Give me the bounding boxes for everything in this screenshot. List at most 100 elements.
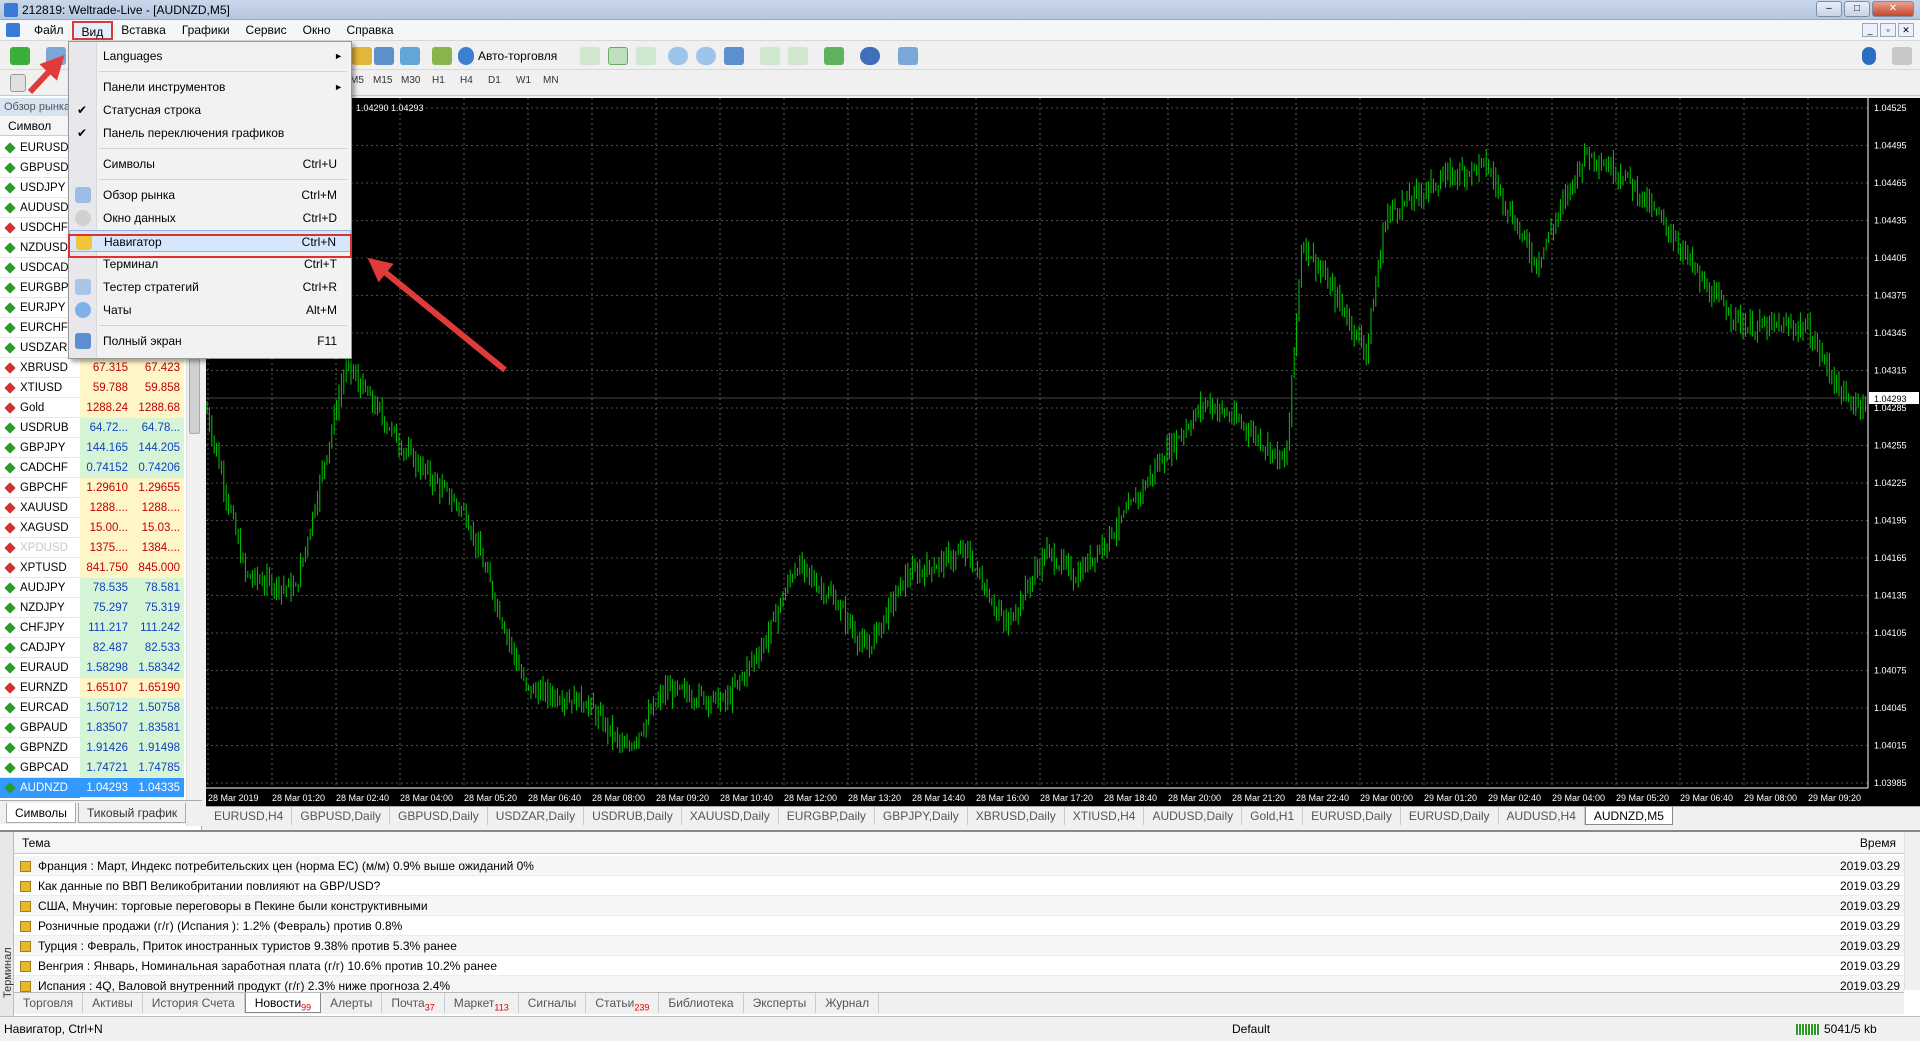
menu-item-data-window[interactable]: Окно данных Ctrl+D [69, 207, 351, 229]
menu-item-languages[interactable]: Languages ► [69, 45, 351, 67]
candlestick-icon[interactable] [608, 47, 628, 65]
news-row[interactable]: Франция : Март, Индекс потребительских ц… [14, 856, 1904, 893]
market-watch-row[interactable]: USDRUB 64.72... 64.78... [0, 418, 184, 438]
scroll-chart-icon[interactable] [760, 47, 780, 65]
chart-canvas[interactable]: 1.04525 1.04495 1.04465 1.04435 1.04405 1.043… [206, 98, 1920, 806]
tf-w1[interactable]: W1 [516, 75, 531, 86]
profiles-icon[interactable] [46, 47, 66, 65]
market-watch-row[interactable]: GBPNZD 1.91426 1.91498 [0, 738, 184, 758]
market-watch-row[interactable]: AUDNZD 1.04293 1.04335 [0, 778, 184, 798]
close-button[interactable]: ✕ [1872, 1, 1914, 17]
tab-symbols[interactable]: Символы [6, 803, 76, 823]
tf-m30[interactable]: M30 [401, 75, 420, 86]
metaeditor-icon[interactable] [352, 47, 372, 65]
zoom-out-icon[interactable] [696, 47, 716, 65]
chart-tab[interactable]: GBPUSD,Daily [292, 807, 391, 825]
chart-tab[interactable]: GBPUSD,Daily [390, 807, 488, 825]
terminal-tab[interactable]: Почта37 [382, 993, 445, 1013]
column-subject[interactable]: Тема [22, 832, 50, 854]
market-watch-row[interactable]: GBPCAD 1.74721 1.74785 [0, 758, 184, 778]
terminal-tab[interactable]: Статьи239 [586, 993, 660, 1013]
market-watch-row[interactable]: GBPJPY 144.165 144.205 [0, 438, 184, 458]
chart-tab[interactable]: USDZAR,Daily [488, 807, 585, 825]
market-watch-row[interactable]: XTIUSD 59.788 59.858 [0, 378, 184, 398]
market-watch-row[interactable]: XPTUSD 841.750 845.000 [0, 558, 184, 578]
menu-item-market-watch[interactable]: Обзор рынка Ctrl+M [69, 184, 351, 206]
autotrade-icon[interactable] [458, 47, 474, 65]
chart-tab[interactable]: AUDUSD,Daily [1144, 807, 1243, 825]
chart-tab[interactable]: AUDUSD,H4 [1499, 807, 1585, 825]
menu-item-fullscreen[interactable]: Полный экран F11 [69, 330, 351, 352]
market-watch-row[interactable]: EURCAD 1.50712 1.50758 [0, 698, 184, 718]
chart-tab[interactable]: GBPJPY,Daily [875, 807, 968, 825]
market-watch-row[interactable]: GBPAUD 1.83507 1.83581 [0, 718, 184, 738]
chart-tab[interactable]: AUDNZD,M5 [1584, 807, 1673, 825]
terminal-tab[interactable]: Сигналы [519, 993, 587, 1013]
mdi-close-button[interactable]: ✕ [1898, 23, 1914, 37]
news-row[interactable]: Турция : Февраль, Приток иностранных тур… [14, 936, 1904, 973]
market-watch-row[interactable]: XBRUSD 67.315 67.423 [0, 358, 184, 378]
tf-h4[interactable]: H4 [460, 75, 473, 86]
chart-tab[interactable]: EURUSD,H4 [206, 807, 293, 825]
terminal-tab[interactable]: Журнал [816, 993, 880, 1013]
market-watch-row[interactable]: AUDJPY 78.535 78.581 [0, 578, 184, 598]
tf-mn[interactable]: MN [543, 75, 559, 86]
menu-item-status-bar[interactable]: ✔ Статусная строка [69, 99, 351, 121]
tile-windows-icon[interactable] [724, 47, 744, 65]
line-chart-icon[interactable] [636, 47, 656, 65]
menu-insert[interactable]: Вставка [113, 21, 174, 40]
market-watch-row[interactable]: Gold 1288.24 1288.68 [0, 398, 184, 418]
market-watch-row[interactable]: XAGUSD 15.00... 15.03... [0, 518, 184, 538]
templates-icon[interactable] [898, 47, 918, 65]
chart-tab[interactable]: EURGBP,Daily [779, 807, 875, 825]
terminal-tab[interactable]: История Счета [143, 993, 245, 1013]
autotrade-button[interactable]: Авто-торговля [478, 49, 557, 63]
periods-icon[interactable] [860, 47, 880, 65]
terminal-tab[interactable]: Эксперты [744, 993, 817, 1013]
menu-tools[interactable]: Сервис [238, 21, 295, 40]
chart-tab[interactable]: XBRUSD,Daily [968, 807, 1065, 825]
news-scrollbar[interactable] [1904, 832, 1920, 990]
news-row[interactable]: Розничные продажи (г/г) (Испания ): 1.2%… [14, 916, 1904, 953]
market-watch-row[interactable]: NZDJPY 75.297 75.319 [0, 598, 184, 618]
zoom-in-icon[interactable] [668, 47, 688, 65]
news-row[interactable]: США, Мнучин: торговые переговоры в Пекин… [14, 896, 1904, 933]
terminal-tab[interactable]: Торговля [14, 993, 84, 1013]
market-watch-row[interactable]: GBPCHF 1.29610 1.29655 [0, 478, 184, 498]
menu-charts[interactable]: Графики [174, 21, 238, 40]
tf-m15[interactable]: M15 [373, 75, 392, 86]
mdi-minimize-button[interactable]: _ [1862, 23, 1878, 37]
market-watch-row[interactable]: EURNZD 1.65107 1.65190 [0, 678, 184, 698]
menu-item-symbols[interactable]: Символы Ctrl+U [69, 153, 351, 175]
mdi-icon[interactable] [6, 23, 20, 37]
chart-shift-icon[interactable] [788, 47, 808, 65]
cursor-icon[interactable] [10, 74, 26, 92]
menu-item-chart-bar[interactable]: ✔ Панель переключения графиков [69, 122, 351, 144]
tab-tick-chart[interactable]: Тиковый график [78, 803, 187, 823]
chart-tab[interactable]: EURUSD,Daily [1303, 807, 1401, 825]
terminal-tab[interactable]: Маркет113 [445, 993, 519, 1013]
search-icon[interactable] [1862, 47, 1876, 65]
maximize-button[interactable]: □ [1844, 1, 1870, 17]
chart-tab[interactable]: XAUUSD,Daily [682, 807, 779, 825]
minimize-button[interactable]: – [1816, 1, 1842, 17]
market-watch-row[interactable]: EURAUD 1.58298 1.58342 [0, 658, 184, 678]
chart-tab[interactable]: EURUSD,Daily [1401, 807, 1499, 825]
new-chart-icon[interactable] [10, 47, 30, 65]
chart-tab[interactable]: Gold,H1 [1242, 807, 1304, 825]
menu-help[interactable]: Справка [339, 21, 402, 40]
mdi-restore-button[interactable]: ▫ [1880, 23, 1896, 37]
chart-tab[interactable]: USDRUB,Daily [584, 807, 682, 825]
menu-view[interactable]: Вид [71, 20, 114, 40]
menu-item-toolbars[interactable]: Панели инструментов ► [69, 76, 351, 98]
chat-icon[interactable] [1892, 47, 1912, 65]
menu-item-strategy-tester[interactable]: Тестер стратегий Ctrl+R [69, 276, 351, 298]
bar-chart-icon[interactable] [580, 47, 600, 65]
market-watch-row[interactable]: XAUUSD 1288.... 1288.... [0, 498, 184, 518]
menu-item-chats[interactable]: Чаты Alt+M [69, 299, 351, 321]
market-watch-row[interactable]: CHFJPY 111.217 111.242 [0, 618, 184, 638]
market-watch-row[interactable]: CADJPY 82.487 82.533 [0, 638, 184, 658]
terminal-tab[interactable]: Активы [83, 993, 143, 1013]
news-row[interactable]: Как данные по ВВП Великобритании повлияю… [14, 876, 1904, 913]
terminal-tab[interactable]: Новости99 [244, 993, 322, 1013]
